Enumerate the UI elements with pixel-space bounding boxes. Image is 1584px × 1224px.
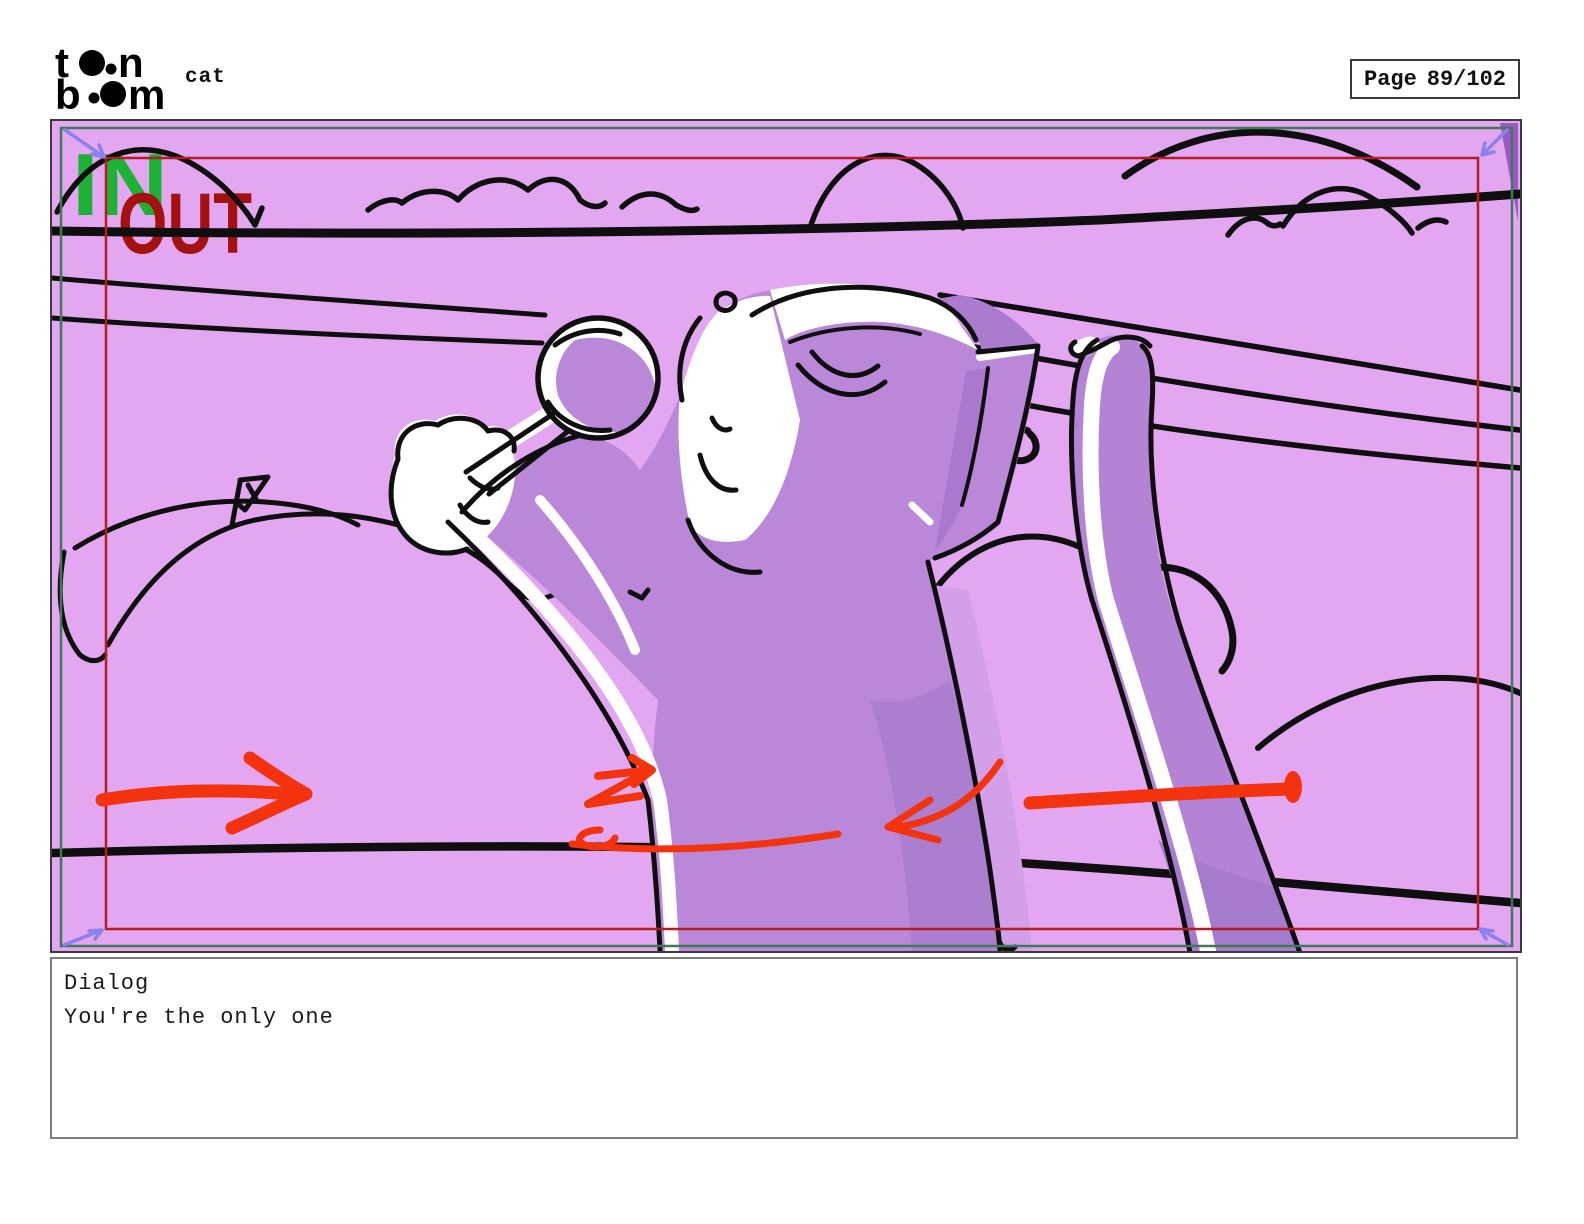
logo-dot-large-1 <box>79 50 105 76</box>
logo-letter-m: m <box>128 71 165 112</box>
logo-letter-b: b <box>55 71 81 112</box>
storyboard-panel: IN OUT <box>50 119 1522 953</box>
dialog-text: You're the only one <box>64 1005 334 1030</box>
dialog-label: Dialog <box>64 971 150 996</box>
motion-line-end-blob <box>1284 771 1302 803</box>
page-label: Page <box>1364 66 1417 92</box>
page-number: 89/102 <box>1426 66 1506 92</box>
logo-dot-small-1 <box>105 63 117 75</box>
logo-dot-large-2 <box>100 81 126 107</box>
storyboard-drawing: IN OUT <box>52 121 1520 951</box>
logo-dot-small-2 <box>88 92 100 104</box>
project-title: cat <box>185 66 226 89</box>
page-indicator: Page 89/102 <box>1350 59 1520 99</box>
toon-boom-logo: t n b m <box>55 39 195 118</box>
dialog-box: Dialog You're the only one <box>50 957 1518 1139</box>
marker-out: OUT <box>118 176 252 272</box>
